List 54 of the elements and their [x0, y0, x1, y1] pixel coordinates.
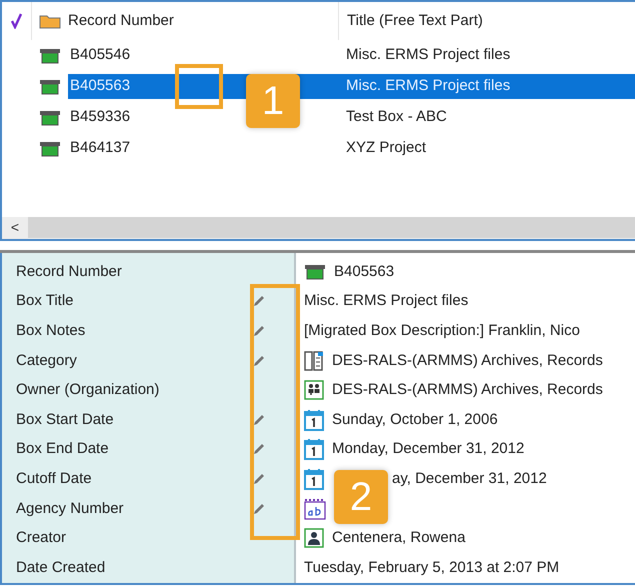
property-value: ay, December 31, 2012	[392, 470, 547, 488]
property-label: Box Title	[16, 292, 74, 310]
property-value: Monday, December 31, 2012	[332, 440, 524, 458]
folder-icon	[39, 13, 61, 29]
pencil-icon[interactable]	[252, 472, 266, 486]
property-label: Category	[16, 352, 77, 370]
box-icon	[304, 264, 326, 280]
person-icon	[304, 528, 324, 548]
calendar-icon	[304, 468, 324, 490]
title-cell[interactable]: XYZ Project	[346, 137, 426, 160]
text-field-icon	[304, 498, 326, 520]
pencil-icon[interactable]	[252, 324, 266, 338]
property-label: Owner (Organization)	[16, 381, 160, 400]
property-value: B405563	[334, 262, 394, 281]
property-label: Record Number	[16, 262, 122, 281]
box-icon	[39, 48, 61, 64]
step-callout: 1	[246, 74, 300, 128]
property-value: DES-RALS-(ARMMS) Archives, Records	[332, 352, 603, 370]
step-callout: 2	[334, 470, 388, 524]
pencil-icon[interactable]	[252, 412, 266, 427]
column-header[interactable]: Record Number	[68, 10, 338, 32]
property-label: Agency Number	[16, 500, 124, 518]
property-label: Cutoff Date	[16, 470, 92, 488]
box-icon	[39, 110, 61, 126]
title-cell[interactable]: Test Box - ABC	[346, 106, 447, 129]
property-label: Date Created	[16, 558, 106, 577]
calendar-icon	[304, 438, 324, 460]
record-number-cell[interactable]: B464137	[70, 137, 130, 160]
property-label: Box Notes	[16, 322, 86, 340]
pencil-icon[interactable]	[252, 294, 266, 308]
box-icon	[39, 140, 61, 156]
property-label: Creator	[16, 529, 66, 548]
pencil-icon[interactable]	[252, 354, 266, 368]
property-label: Box Start Date	[16, 410, 114, 429]
title-cell[interactable]: Misc. ERMS Project files	[346, 44, 510, 67]
box-icon	[39, 78, 61, 94]
pencil-icon[interactable]	[252, 502, 266, 516]
column-header[interactable]: Title (Free Text Part)	[347, 10, 483, 32]
record-number-cell[interactable]: B459336	[70, 106, 130, 129]
property-value: DES-RALS-(ARMMS) Archives, Records	[332, 381, 603, 400]
property-value: Misc. ERMS Project files	[304, 292, 468, 310]
cabinet-icon	[304, 350, 324, 371]
scroll-left-button[interactable]: <	[2, 216, 28, 238]
property-value: Tuesday, February 5, 2013 at 2:07 PM	[304, 558, 560, 577]
highlight-frame	[175, 64, 223, 109]
property-value: [Migrated Box Description:] Franklin, Nico	[304, 322, 580, 340]
record-number-cell[interactable]: B405546	[70, 44, 130, 67]
property-label: Box End Date	[16, 440, 109, 458]
pencil-icon[interactable]	[252, 442, 266, 456]
property-value: Sunday, October 1, 2006	[332, 410, 498, 429]
property-value: Centenera, Rowena	[332, 529, 466, 548]
calendar-icon	[304, 408, 324, 431]
checkmark-icon[interactable]	[10, 13, 22, 29]
people-icon	[304, 380, 324, 400]
